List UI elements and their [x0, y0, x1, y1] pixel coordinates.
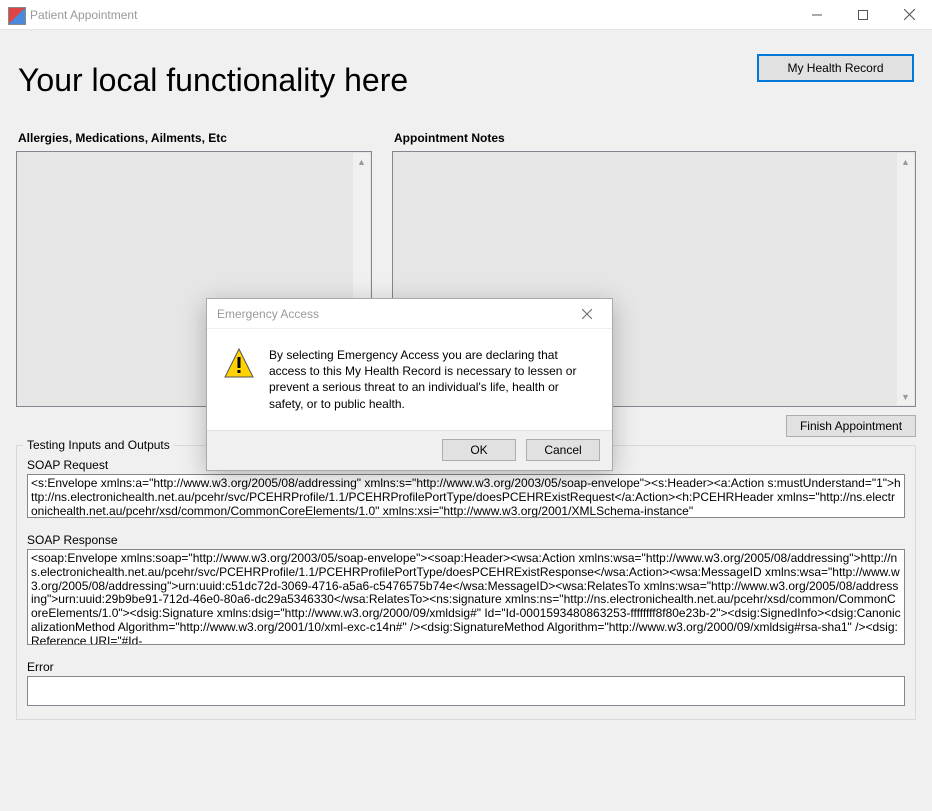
- notes-section-label: Appointment Notes: [394, 131, 916, 145]
- dialog-close-button[interactable]: [572, 299, 602, 329]
- minimize-button[interactable]: [794, 0, 840, 30]
- emergency-access-dialog: Emergency Access By selecting Emergency …: [206, 298, 613, 471]
- warning-icon: [223, 347, 255, 379]
- ok-button-label: OK: [470, 443, 487, 457]
- window-titlebar: Patient Appointment: [0, 0, 932, 30]
- allergies-section-label: Allergies, Medications, Ailments, Etc: [18, 131, 372, 145]
- dialog-title: Emergency Access: [217, 307, 319, 321]
- ok-button[interactable]: OK: [442, 439, 516, 461]
- cancel-button[interactable]: Cancel: [526, 439, 600, 461]
- minimize-icon: [812, 10, 822, 20]
- finish-appointment-label: Finish Appointment: [800, 419, 902, 433]
- soap-request-textarea[interactable]: [27, 474, 905, 518]
- app-icon: [8, 7, 24, 23]
- dialog-body-text: By selecting Emergency Access you are de…: [269, 347, 596, 412]
- maximize-button[interactable]: [840, 0, 886, 30]
- error-textarea[interactable]: [27, 676, 905, 706]
- scroll-up-icon[interactable]: ▲: [897, 153, 914, 170]
- my-health-record-button[interactable]: My Health Record: [757, 54, 914, 82]
- error-label: Error: [27, 660, 905, 674]
- close-icon: [904, 9, 915, 20]
- soap-response-textarea[interactable]: [27, 549, 905, 645]
- dialog-titlebar: Emergency Access: [207, 299, 612, 329]
- my-health-record-label: My Health Record: [787, 61, 883, 75]
- close-icon: [582, 309, 592, 319]
- testing-group-title: Testing Inputs and Outputs: [23, 438, 174, 452]
- scroll-down-icon[interactable]: ▼: [897, 388, 914, 405]
- cancel-button-label: Cancel: [544, 443, 581, 457]
- maximize-icon: [858, 10, 868, 20]
- soap-response-label: SOAP Response: [27, 533, 905, 547]
- finish-appointment-button[interactable]: Finish Appointment: [786, 415, 916, 437]
- window-title: Patient Appointment: [30, 8, 137, 22]
- scroll-up-icon[interactable]: ▲: [353, 153, 370, 170]
- dialog-footer: OK Cancel: [207, 430, 612, 470]
- close-button[interactable]: [886, 0, 932, 30]
- notes-scrollbar[interactable]: ▲ ▼: [897, 153, 914, 405]
- testing-group: Testing Inputs and Outputs SOAP Request …: [16, 445, 916, 720]
